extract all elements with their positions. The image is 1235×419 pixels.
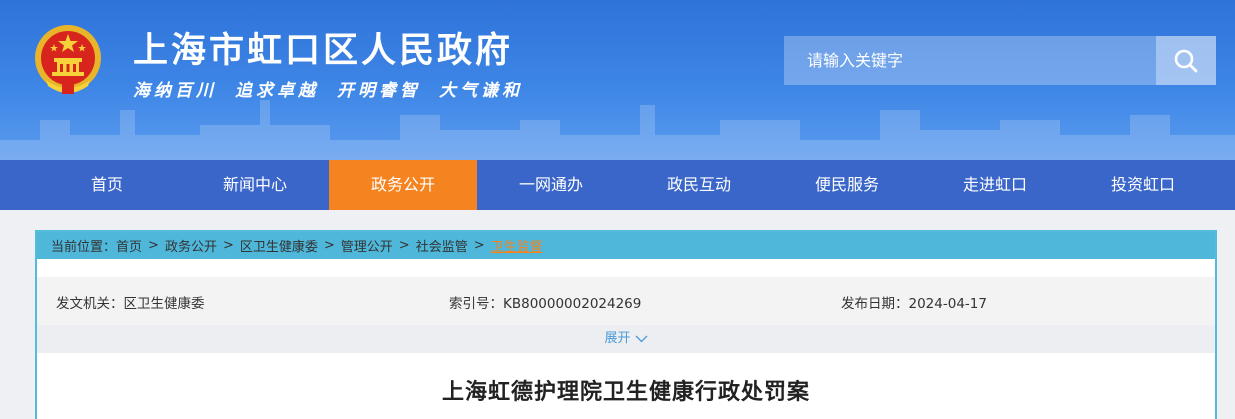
meta-index-no: 索引号：KB80000002024269 (449, 296, 642, 312)
document-meta: 发文机关：区卫生健康委 索引号：KB80000002024269 发布日期：20… (37, 277, 1215, 325)
breadcrumb-link[interactable]: 社会监管 (416, 236, 468, 255)
chevron-down-icon (635, 335, 647, 342)
slogan-part: 大气谦和 (439, 81, 523, 101)
nav-item-invest[interactable]: 投资虹口 (1069, 160, 1217, 210)
meta-publish-date: 发布日期：2024-04-17 (841, 296, 987, 312)
nav-item-home[interactable]: 首页 (33, 160, 181, 210)
content-panel: 当前位置： 首页 > 政务公开 > 区卫生健康委 > 管理公开 > 社会监管 >… (35, 230, 1217, 419)
breadcrumb-link[interactable]: 首页 (116, 236, 142, 255)
breadcrumb-separator: > (148, 238, 159, 253)
meta-issuer: 发文机关：区卫生健康委 (56, 296, 205, 312)
national-emblem-logo (35, 25, 101, 94)
nav-item-interaction[interactable]: 政民互动 (625, 160, 773, 210)
breadcrumb-current[interactable]: 卫生监督 (491, 236, 543, 255)
breadcrumb-separator: > (323, 238, 335, 253)
search-icon (1174, 49, 1198, 72)
breadcrumb-link[interactable]: 管理公开 (341, 236, 393, 255)
search-button[interactable] (1156, 36, 1216, 85)
search-box (784, 36, 1216, 85)
main-nav: 首页 新闻中心 政务公开 一网通办 政民互动 便民服务 走进虹口 投资虹口 (0, 160, 1235, 210)
expand-label: 展开 (604, 331, 631, 346)
nav-item-about[interactable]: 走进虹口 (921, 160, 1069, 210)
nav-item-gov-affairs[interactable]: 政务公开 (329, 160, 477, 210)
document-title: 上海虹德护理院卫生健康行政处罚案 (441, 379, 810, 405)
nav-item-services[interactable]: 便民服务 (773, 160, 921, 210)
breadcrumb-separator: > (398, 238, 410, 253)
site-slogan: 海纳百川 追求卓越 开明睿智 大气谦和 (133, 76, 541, 101)
breadcrumb-separator: > (473, 238, 485, 253)
slogan-part: 开明睿智 (337, 81, 421, 101)
nav-item-news[interactable]: 新闻中心 (181, 160, 329, 210)
nav-item-one-stop[interactable]: 一网通办 (477, 160, 625, 210)
expand-toggle[interactable]: 展开 (37, 325, 1215, 353)
search-input[interactable] (784, 36, 1156, 85)
slogan-part: 追求卓越 (235, 81, 319, 101)
breadcrumb-link[interactable]: 政务公开 (165, 236, 217, 255)
breadcrumb: 当前位置： 首页 > 政务公开 > 区卫生健康委 > 管理公开 > 社会监管 >… (37, 232, 1215, 259)
slogan-part: 海纳百川 (133, 81, 217, 101)
breadcrumb-link[interactable]: 区卫生健康委 (240, 236, 318, 255)
site-title: 上海市虹口区人民政府 (133, 31, 514, 71)
site-header: 上海市虹口区人民政府 海纳百川 追求卓越 开明睿智 大气谦和 (0, 0, 1235, 160)
breadcrumb-prefix: 当前位置： (51, 240, 117, 255)
breadcrumb-separator: > (222, 238, 234, 253)
